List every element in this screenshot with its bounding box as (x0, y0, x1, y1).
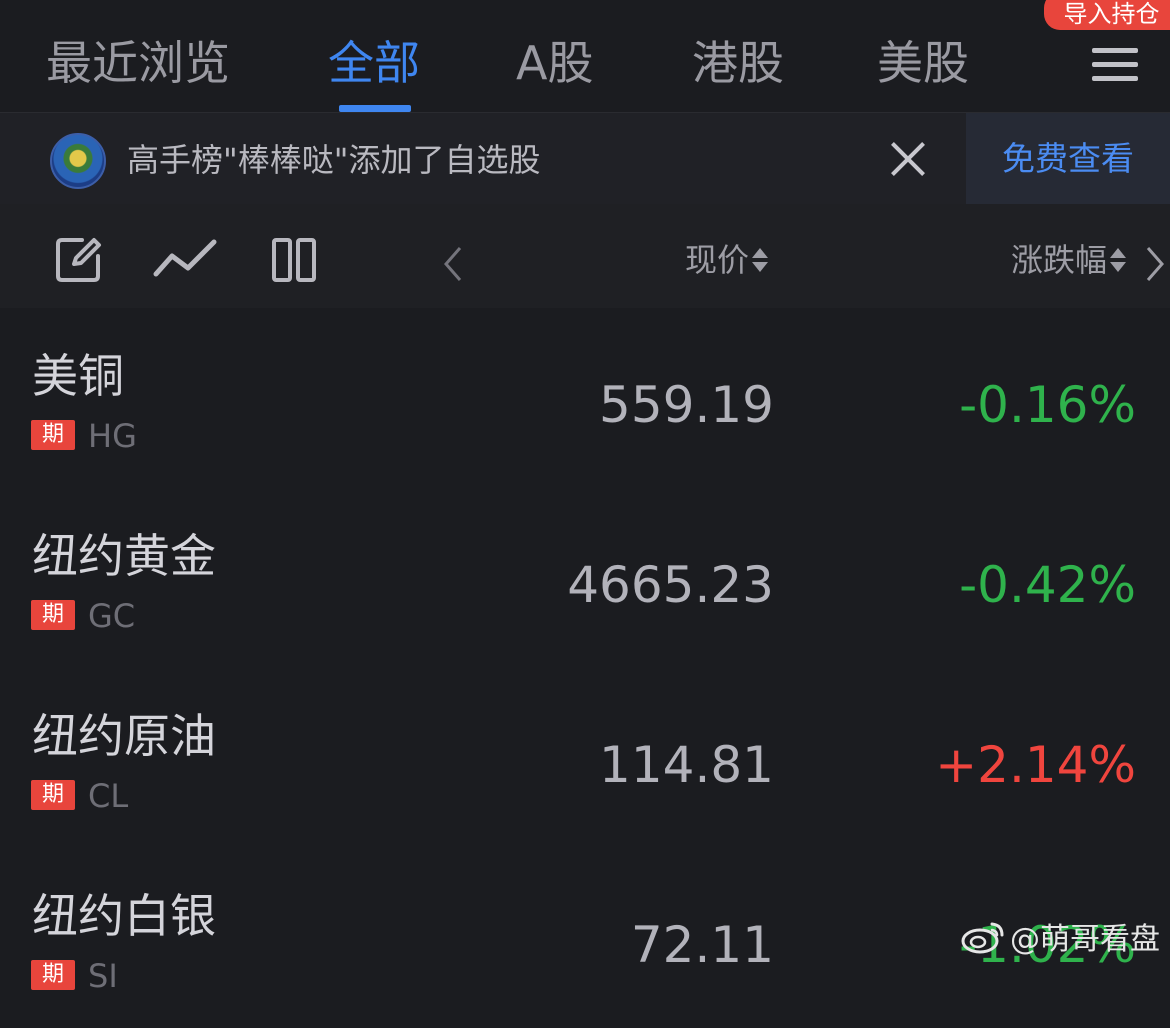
list-item[interactable]: 纽约黄金 期 GC 4665.23 -0.42% (0, 488, 1170, 668)
instrument-code: HG (88, 417, 137, 455)
list-toolbar: 现价 涨跌幅 (0, 204, 1170, 308)
current-price: 114.81 (599, 736, 774, 794)
instrument-code: CL (88, 777, 129, 815)
futures-badge: 期 (31, 600, 75, 630)
notice-text: 高手榜"棒棒哒"添加了自选股 (127, 141, 541, 179)
instrument-name: 纽约原油 (32, 709, 216, 763)
free-view-button[interactable]: 免费查看 (966, 113, 1170, 205)
trend-chart-icon[interactable] (152, 234, 218, 284)
price-change: -0.16% (959, 376, 1136, 434)
expert-avatar (50, 133, 106, 189)
list-item[interactable]: 美铜 期 HG 559.19 -0.16% (0, 308, 1170, 488)
list-item[interactable]: 纽约原油 期 CL 114.81 +2.14% (0, 668, 1170, 848)
split-view-icon[interactable] (270, 236, 318, 284)
tab-all[interactable]: 全部 (328, 28, 420, 98)
change-column-label: 涨跌幅 (1011, 241, 1108, 279)
price-change: -0.42% (959, 556, 1136, 614)
chevron-right-icon[interactable] (1144, 244, 1166, 284)
chevron-left-icon[interactable] (440, 244, 466, 284)
instrument-name: 纽约黄金 (32, 529, 216, 583)
instrument-code: GC (88, 597, 136, 635)
notice-banner: 高手榜"棒棒哒"添加了自选股 免费查看 (0, 112, 1170, 205)
price-column-header[interactable]: 现价 (685, 236, 769, 284)
change-column-header[interactable]: 涨跌幅 (1011, 236, 1127, 284)
watchlist: 美铜 期 HG 559.19 -0.16% 纽约黄金 期 GC 4665.23 … (0, 308, 1170, 995)
instrument-name: 美铜 (32, 349, 124, 403)
sort-icon (752, 248, 769, 272)
current-price: 72.11 (630, 916, 774, 974)
instrument-code: SI (88, 957, 118, 995)
hamburger-menu-icon[interactable] (1092, 46, 1140, 82)
market-tab-bar: 最近浏览 全部 A股 港股 美股 导入持仓 (0, 0, 1170, 112)
sort-icon (1110, 248, 1127, 272)
import-holdings-button[interactable]: 导入持仓 (1044, 0, 1170, 30)
watermark-text: @萌哥看盘 (1010, 922, 1160, 957)
instrument-name: 纽约白银 (32, 889, 216, 943)
watermark: @萌哥看盘 (960, 918, 1160, 962)
active-tab-indicator (339, 105, 411, 112)
futures-badge: 期 (31, 780, 75, 810)
tab-us-stocks[interactable]: 美股 (877, 28, 969, 98)
tab-hk-stocks[interactable]: 港股 (692, 28, 784, 98)
price-change: +2.14% (935, 736, 1136, 794)
current-price: 4665.23 (567, 556, 774, 614)
close-icon[interactable] (886, 137, 930, 181)
price-column-label: 现价 (685, 241, 750, 279)
futures-badge: 期 (31, 420, 75, 450)
tab-a-shares[interactable]: A股 (516, 28, 593, 98)
tab-recent[interactable]: 最近浏览 (46, 28, 230, 98)
current-price: 559.19 (599, 376, 774, 434)
edit-icon[interactable] (52, 234, 104, 286)
weibo-logo-icon (961, 922, 1004, 954)
